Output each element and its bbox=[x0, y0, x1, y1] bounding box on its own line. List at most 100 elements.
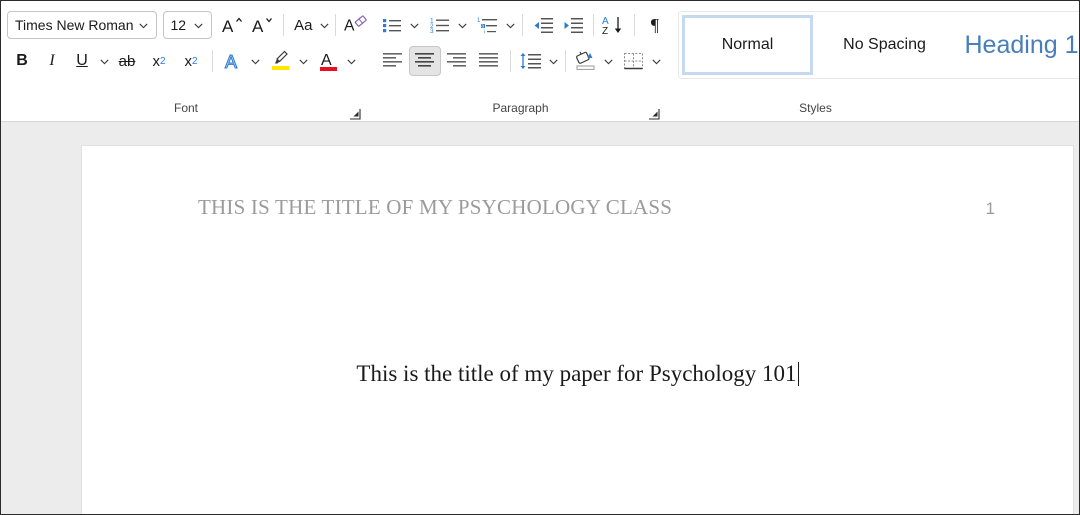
text-effects-button[interactable]: A bbox=[218, 46, 248, 76]
superscript-index: 2 bbox=[192, 56, 198, 67]
font-name-chevron-down-icon[interactable] bbox=[134, 12, 154, 38]
decrease-indent-button[interactable] bbox=[528, 10, 558, 40]
svg-text:3: 3 bbox=[430, 28, 434, 35]
line-spacing-chevron-down-icon[interactable] bbox=[546, 46, 560, 76]
document-header-area[interactable]: THIS IS THE TITLE OF MY PSYCHOLOGY CLASS… bbox=[198, 195, 1033, 220]
svg-text:A: A bbox=[222, 17, 234, 36]
paragraph-divider-4 bbox=[510, 50, 511, 72]
subscript-button[interactable]: x2 bbox=[143, 46, 175, 76]
show-paragraph-marks-button[interactable]: ¶ bbox=[640, 10, 670, 40]
shading-button[interactable] bbox=[571, 46, 601, 76]
document-body-area[interactable]: This is the title of my paper for Psycho… bbox=[82, 361, 1073, 387]
font-group-label: Font bbox=[174, 101, 198, 115]
document-page[interactable]: THIS IS THE TITLE OF MY PSYCHOLOGY CLASS… bbox=[82, 146, 1073, 515]
text-cursor bbox=[798, 362, 799, 386]
style-item-no-spacing[interactable]: No Spacing bbox=[819, 15, 950, 75]
bold-label: B bbox=[16, 53, 28, 69]
text-highlight-color-button[interactable] bbox=[266, 46, 296, 76]
style-item-heading-1-label: Heading 1 bbox=[965, 31, 1079, 60]
borders-button[interactable] bbox=[619, 46, 649, 76]
sort-button[interactable]: A Z bbox=[599, 10, 629, 40]
ribbon-group-paragraph: 1 2 3 1 bbox=[371, 1, 670, 121]
borders-chevron-down-icon[interactable] bbox=[649, 46, 663, 76]
strikethrough-button[interactable]: ab bbox=[111, 46, 143, 76]
style-item-normal-label: Normal bbox=[722, 36, 774, 54]
word-application-window: Times New Roman 12 A bbox=[0, 0, 1080, 515]
strikethrough-label: ab bbox=[119, 54, 136, 69]
style-item-no-spacing-label: No Spacing bbox=[843, 36, 926, 54]
italic-button[interactable]: I bbox=[37, 46, 67, 76]
paragraph-mark-label: ¶ bbox=[651, 16, 659, 34]
svg-text:A: A bbox=[344, 18, 355, 35]
underline-chevron-down-icon[interactable] bbox=[97, 46, 111, 76]
bullets-button[interactable] bbox=[377, 10, 407, 40]
bullets-chevron-down-icon[interactable] bbox=[407, 10, 421, 40]
change-case-label: Aa bbox=[294, 18, 312, 33]
font-group-row-1: Times New Roman 12 A bbox=[1, 7, 371, 43]
styles-gallery[interactable]: Normal No Spacing Heading 1 bbox=[678, 11, 1080, 79]
ribbon-home-tab-content: Times New Roman 12 A bbox=[1, 1, 1079, 122]
font-group-row-2: B I U ab x2 bbox=[1, 43, 371, 79]
styles-group-label-wrap: Styles bbox=[670, 97, 1080, 121]
svg-text:A: A bbox=[252, 17, 264, 36]
shrink-font-button[interactable]: A bbox=[248, 10, 278, 40]
font-divider-3 bbox=[212, 50, 213, 72]
font-color-button[interactable]: A bbox=[314, 46, 344, 76]
document-header-text: THIS IS THE TITLE OF MY PSYCHOLOGY CLASS bbox=[198, 195, 672, 220]
subscript-label: x bbox=[152, 54, 160, 69]
paragraph-divider-2 bbox=[593, 14, 594, 36]
multilevel-list-chevron-down-icon[interactable] bbox=[503, 10, 517, 40]
style-item-heading-1[interactable]: Heading 1 bbox=[956, 15, 1080, 75]
text-highlight-chevron-down-icon[interactable] bbox=[296, 46, 310, 76]
superscript-label: x bbox=[184, 54, 192, 69]
paragraph-divider-1 bbox=[522, 14, 523, 36]
grow-font-button[interactable]: A bbox=[218, 10, 248, 40]
font-size-chevron-down-icon[interactable] bbox=[189, 12, 209, 38]
font-size-value: 12 bbox=[171, 12, 189, 38]
numbering-chevron-down-icon[interactable] bbox=[455, 10, 469, 40]
bold-button[interactable]: B bbox=[7, 46, 37, 76]
font-name-input[interactable]: Times New Roman bbox=[7, 11, 157, 39]
shading-chevron-down-icon[interactable] bbox=[601, 46, 615, 76]
multilevel-list-button[interactable]: 1 a i bbox=[473, 10, 503, 40]
align-center-button[interactable] bbox=[409, 46, 441, 76]
change-case-chevron-down-icon[interactable] bbox=[318, 10, 330, 40]
font-group-label-wrap: Font bbox=[1, 97, 371, 121]
paragraph-divider-5 bbox=[565, 50, 566, 72]
document-page-number: 1 bbox=[986, 199, 995, 219]
italic-label: I bbox=[49, 53, 54, 69]
superscript-button[interactable]: x2 bbox=[175, 46, 207, 76]
svg-text:i: i bbox=[484, 30, 485, 36]
text-effects-chevron-down-icon[interactable] bbox=[248, 46, 262, 76]
ribbon-group-font: Times New Roman 12 A bbox=[1, 1, 371, 121]
subscript-index: 2 bbox=[160, 56, 166, 67]
svg-text:Z: Z bbox=[602, 26, 608, 36]
font-name-value: Times New Roman bbox=[15, 12, 134, 38]
svg-text:A: A bbox=[225, 52, 237, 72]
paragraph-group-row-2 bbox=[371, 43, 670, 79]
align-left-button[interactable] bbox=[377, 46, 409, 76]
paragraph-dialog-launcher-icon[interactable] bbox=[648, 105, 660, 117]
font-dialog-launcher-icon[interactable] bbox=[349, 105, 361, 117]
underline-label: U bbox=[76, 53, 88, 69]
style-item-normal[interactable]: Normal bbox=[682, 15, 813, 75]
font-color-chevron-down-icon[interactable] bbox=[344, 46, 358, 76]
increase-indent-button[interactable] bbox=[558, 10, 588, 40]
change-case-button[interactable]: Aa bbox=[288, 10, 318, 40]
numbering-button[interactable]: 1 2 3 bbox=[425, 10, 455, 40]
font-size-input[interactable]: 12 bbox=[163, 11, 212, 39]
align-right-button[interactable] bbox=[441, 46, 473, 76]
font-divider-2 bbox=[335, 14, 336, 36]
styles-group-label: Styles bbox=[799, 101, 832, 115]
ribbon-group-styles: Normal No Spacing Heading 1 Styles bbox=[670, 1, 1080, 121]
clear-formatting-button[interactable]: A bbox=[341, 10, 371, 40]
paragraph-group-row-1: 1 2 3 1 bbox=[371, 7, 670, 43]
document-canvas[interactable]: THIS IS THE TITLE OF MY PSYCHOLOGY CLASS… bbox=[1, 122, 1079, 515]
underline-button[interactable]: U bbox=[67, 46, 97, 76]
justify-button[interactable] bbox=[473, 46, 505, 76]
line-spacing-button[interactable] bbox=[516, 46, 546, 76]
document-body-text: This is the title of my paper for Psycho… bbox=[356, 361, 796, 386]
paragraph-group-label-wrap: Paragraph bbox=[371, 97, 670, 121]
font-divider-1 bbox=[283, 14, 284, 36]
paragraph-divider-3 bbox=[634, 14, 635, 36]
